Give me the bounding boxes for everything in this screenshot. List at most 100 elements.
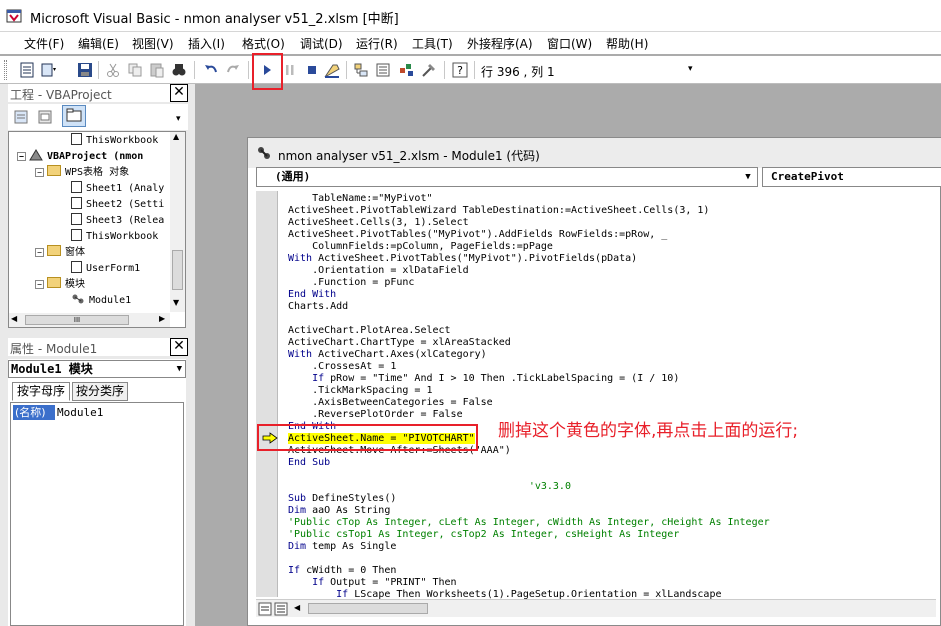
- procedure-view-icon[interactable]: [258, 602, 272, 616]
- chevron-down-icon[interactable]: ▼: [177, 361, 182, 377]
- chevron-down-icon[interactable]: ▼: [741, 168, 755, 186]
- toggle-folders-icon[interactable]: [62, 105, 86, 127]
- tree-item-userform1[interactable]: UserForm1: [71, 261, 140, 277]
- code-line[interactable]: ActiveChart.ChartType = xlAreaStacked: [288, 337, 511, 349]
- cut-icon[interactable]: [104, 61, 122, 79]
- menu-file[interactable]: 文件(F): [24, 35, 64, 52]
- scroll-left-arrow-icon[interactable]: ◀: [11, 314, 17, 323]
- property-value[interactable]: Module1: [57, 405, 103, 420]
- pause-icon[interactable]: [281, 61, 299, 79]
- code-hscroll-thumb[interactable]: [308, 603, 428, 614]
- stop-icon[interactable]: [303, 61, 321, 79]
- toolbar-grip[interactable]: [4, 60, 7, 80]
- tree-item-vbaproject[interactable]: − VBAProject (nmon: [17, 149, 143, 165]
- code-window-titlebar[interactable]: nmon analyser v51_2.xlsm - Module1 (代码): [248, 138, 941, 168]
- tab-categorized[interactable]: 按分类序: [72, 382, 128, 401]
- menu-debug[interactable]: 调试(D): [300, 35, 343, 52]
- help-icon[interactable]: ?: [451, 61, 469, 79]
- object-combo[interactable]: (通用) ▼: [256, 167, 758, 187]
- code-line[interactable]: ActiveChart.PlotArea.Select: [288, 325, 451, 337]
- menu-insert[interactable]: 插入(I): [188, 35, 225, 52]
- view-object-icon[interactable]: [36, 108, 54, 126]
- code-line[interactable]: 'Public cTop As Integer, cLeft As Intege…: [288, 517, 770, 529]
- tree-horizontal-scrollbar[interactable]: ◀ III ▶: [9, 313, 170, 327]
- project-toolbar-arrow[interactable]: ▾: [176, 114, 181, 124]
- code-editor[interactable]: TableName:="MyPivot" ActiveSheet.PivotTab…: [288, 193, 938, 599]
- collapse-icon[interactable]: −: [35, 280, 44, 289]
- tree-item-sheet2[interactable]: Sheet2 (Setti: [71, 197, 164, 213]
- code-margin[interactable]: [256, 191, 278, 597]
- code-line[interactable]: Dim aaO As String: [288, 505, 390, 517]
- code-line[interactable]: If LScape Then Worksheets(1).PageSetup.O…: [288, 589, 721, 599]
- collapse-icon[interactable]: −: [35, 248, 44, 257]
- tree-item-sheet3[interactable]: Sheet3 (Relea: [71, 213, 164, 229]
- code-line[interactable]: If Output = "PRINT" Then: [288, 577, 457, 589]
- code-line[interactable]: End Sub: [288, 457, 330, 469]
- tree-item-module1[interactable]: Module1: [71, 293, 131, 309]
- menu-run[interactable]: 运行(R): [356, 35, 398, 52]
- view-code-icon[interactable]: [12, 108, 30, 126]
- redo-icon[interactable]: [224, 61, 242, 79]
- menu-view[interactable]: 视图(V): [132, 35, 174, 52]
- tree-item-sheet1[interactable]: Sheet1 (Analy: [71, 181, 164, 197]
- code-line[interactable]: If pRow = "Time" And I > 10 Then .TickLa…: [288, 373, 679, 385]
- code-line[interactable]: TableName:="MyPivot": [288, 193, 432, 205]
- code-line[interactable]: .CrossesAt = 1: [288, 361, 396, 373]
- code-line[interactable]: .Function = pFunc: [288, 277, 414, 289]
- procedure-combo[interactable]: CreatePivot: [762, 167, 941, 187]
- copy-icon[interactable]: [126, 61, 144, 79]
- tree-item-thisworkbook-2[interactable]: ThisWorkbook: [71, 229, 158, 245]
- scroll-up-arrow-icon[interactable]: ▲: [173, 132, 179, 141]
- menu-addins[interactable]: 外接程序(A): [467, 35, 533, 52]
- undo-icon[interactable]: [202, 61, 220, 79]
- object-selector[interactable]: Module1 模块 ▼: [8, 360, 186, 378]
- object-browser-icon[interactable]: [398, 61, 416, 79]
- menu-format[interactable]: 格式(O): [242, 35, 285, 52]
- code-line[interactable]: ActiveSheet.PivotTables("MyPivot").AddFi…: [288, 229, 667, 241]
- tree-item-thisworkbook[interactable]: ThisWorkbook: [71, 133, 158, 149]
- view-excel-icon[interactable]: [18, 61, 36, 79]
- scroll-right-arrow-icon[interactable]: ▶: [159, 314, 165, 323]
- code-line[interactable]: 'Public csTop1 As Integer, csTop2 As Int…: [288, 529, 679, 541]
- code-line[interactable]: .ReversePlotOrder = False: [288, 409, 463, 421]
- code-line[interactable]: Charts.Add: [288, 301, 348, 313]
- tree-folder-objects[interactable]: − WPS表格 对象: [35, 165, 129, 181]
- tab-alphabetic[interactable]: 按字母序: [12, 382, 70, 401]
- insert-module-icon[interactable]: [40, 61, 58, 79]
- tree-vertical-scrollbar[interactable]: ▲ ▼: [170, 132, 185, 312]
- properties-icon[interactable]: [374, 61, 392, 79]
- design-mode-icon[interactable]: [323, 61, 341, 79]
- scroll-thumb[interactable]: III: [25, 315, 129, 325]
- menu-edit[interactable]: 编辑(E): [78, 35, 119, 52]
- scroll-left-arrow-icon[interactable]: ◀: [294, 603, 300, 612]
- paste-icon[interactable]: [148, 61, 166, 79]
- code-line[interactable]: .TickMarkSpacing = 1: [288, 385, 432, 397]
- close-icon[interactable]: ✕: [170, 338, 188, 356]
- tree-folder-forms[interactable]: − 窗体: [35, 245, 85, 261]
- scroll-down-arrow-icon[interactable]: ▼: [173, 298, 179, 307]
- code-line[interactable]: End With: [288, 289, 336, 301]
- code-line[interactable]: With ActiveSheet.PivotTables("MyPivot").…: [288, 253, 637, 265]
- code-line[interactable]: If cWidth = 0 Then: [288, 565, 396, 577]
- project-explorer-icon[interactable]: [352, 61, 370, 79]
- collapse-icon[interactable]: −: [35, 168, 44, 177]
- code-line[interactable]: ColumnFields:=pColumn, PageFields:=pPage: [288, 241, 553, 253]
- close-icon[interactable]: ✕: [170, 84, 188, 102]
- find-icon[interactable]: [170, 61, 188, 79]
- menu-help[interactable]: 帮助(H): [606, 35, 648, 52]
- menu-window[interactable]: 窗口(W): [547, 35, 592, 52]
- code-line[interactable]: 'v3.3.0: [288, 481, 571, 493]
- toolbar-options-arrow[interactable]: ▾: [688, 64, 693, 74]
- full-module-view-icon[interactable]: [274, 602, 288, 616]
- code-line[interactable]: Sub DefineStyles(): [288, 493, 396, 505]
- code-line[interactable]: ActiveSheet.Cells(3, 1).Select: [288, 217, 469, 229]
- code-line[interactable]: .Orientation = xlDataField: [288, 265, 469, 277]
- save-icon[interactable]: [76, 61, 94, 79]
- code-line[interactable]: Dim temp As Single: [288, 541, 396, 553]
- tree-folder-modules[interactable]: − 模块: [35, 277, 85, 293]
- code-line[interactable]: .AxisBetweenCategories = False: [288, 397, 493, 409]
- code-line[interactable]: ActiveSheet.PivotTableWizard TableDestin…: [288, 205, 709, 217]
- toolbox-icon[interactable]: [420, 61, 438, 79]
- property-name[interactable]: (名称): [13, 405, 55, 420]
- scroll-thumb[interactable]: [172, 250, 183, 290]
